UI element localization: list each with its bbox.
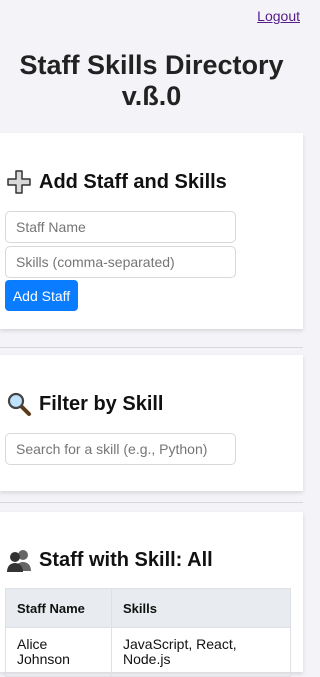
plus-icon (6, 169, 32, 195)
staff-name-input[interactable] (5, 211, 236, 243)
logout-link[interactable]: Logout (257, 8, 300, 24)
column-header-name: Staff Name (5, 588, 112, 628)
filter-card: Filter by Skill (0, 355, 303, 491)
add-staff-heading: Add Staff and Skills (6, 169, 227, 195)
staff-name-cell: Alice Johnson (5, 627, 112, 677)
add-staff-button[interactable]: Add Staff (5, 280, 78, 311)
magnifier-icon (6, 391, 32, 417)
filter-heading: Filter by Skill (6, 391, 163, 417)
table-row: Alice Johnson JavaScript, React, Node.js (5, 627, 291, 677)
table-header-row: Staff Name Skills (5, 588, 291, 628)
staff-list-card: Staff with Skill: All Staff Name Skills … (0, 512, 303, 677)
people-icon (6, 547, 32, 573)
section-divider (0, 502, 303, 503)
filter-heading-text: Filter by Skill (39, 392, 164, 415)
add-staff-card: Add Staff and Skills Add Staff (0, 133, 303, 329)
section-divider (0, 347, 303, 348)
staff-skills-cell: JavaScript, React, Node.js (111, 627, 291, 677)
column-header-skills: Skills (111, 588, 291, 628)
staff-list-heading: Staff with Skill: All (6, 547, 213, 573)
skill-search-input[interactable] (5, 433, 236, 465)
staff-list-heading-text: Staff with Skill: All (39, 548, 213, 571)
add-staff-heading-text: Add Staff and Skills (39, 170, 227, 193)
skills-input[interactable] (5, 246, 236, 278)
